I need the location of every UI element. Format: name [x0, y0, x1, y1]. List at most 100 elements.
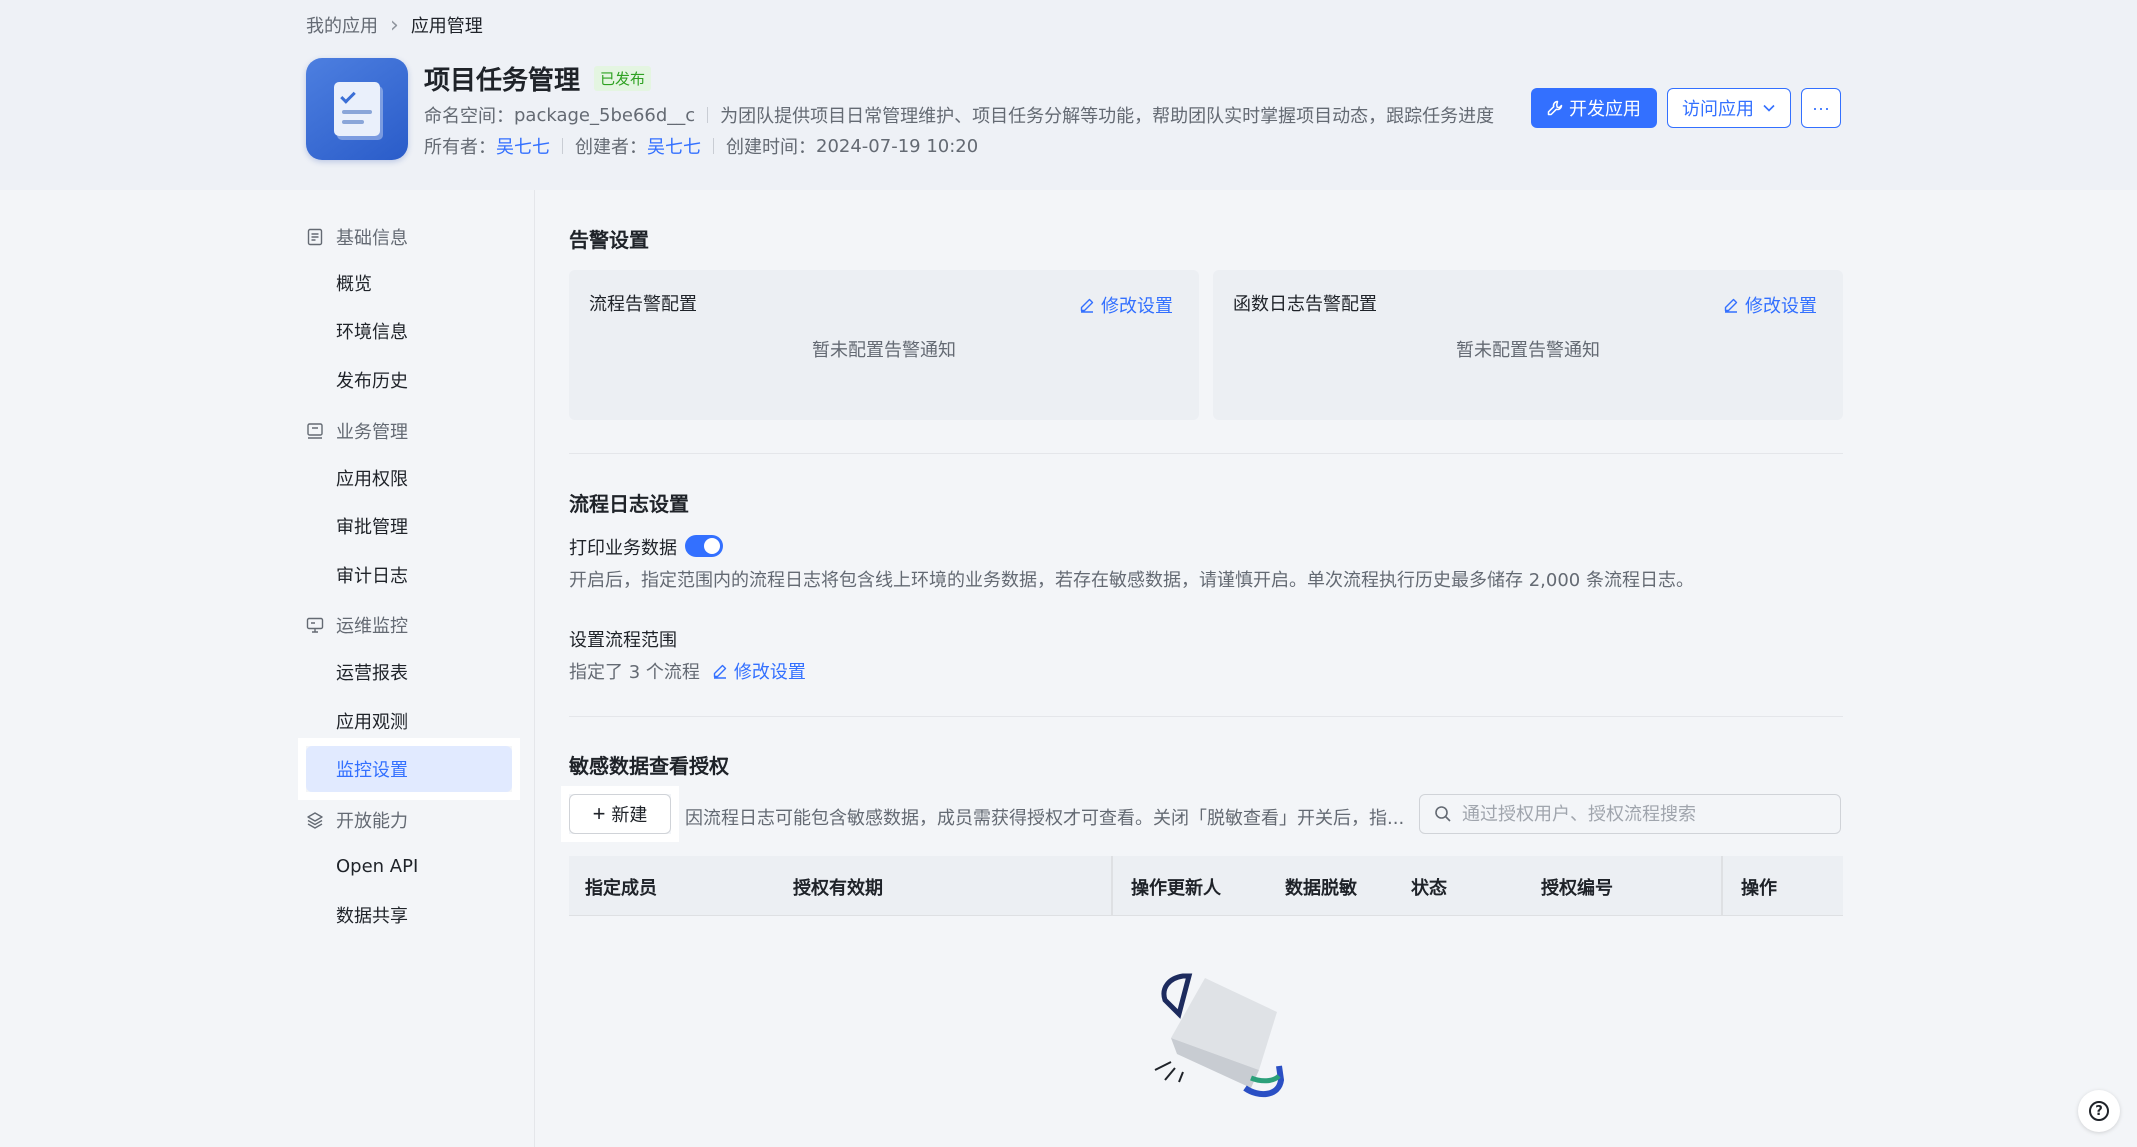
print-data-toggle[interactable]: [685, 535, 723, 557]
help-icon: ?: [2089, 1101, 2109, 1121]
flow-alert-empty: 暂未配置告警通知: [812, 340, 956, 361]
sidebar-item-label: 审批管理: [336, 517, 408, 538]
document-icon: [307, 228, 323, 246]
table-header: 指定成员 授权有效期 操作更新人 数据脱敏 状态 授权编号 操作: [569, 856, 1843, 916]
owner-label: 所有者：: [424, 137, 496, 158]
more-icon: ···: [1812, 97, 1830, 118]
search-input[interactable]: [1462, 803, 1822, 825]
divider: [569, 716, 1843, 717]
namespace-value: package_5be66d__c: [514, 104, 696, 126]
sidebar-item-audit-log[interactable]: 审计日志: [306, 552, 512, 598]
owner-link[interactable]: 吴七七: [496, 133, 550, 159]
sidebar-item-open-api[interactable]: Open API: [306, 843, 512, 889]
sidebar-group-label: 开放能力: [336, 811, 408, 832]
column-header: 授权有效期: [793, 878, 883, 899]
flow-alert-edit-link[interactable]: 修改设置: [1079, 292, 1173, 318]
chevron-down-icon: [1763, 104, 1775, 112]
visit-app-label: 访问应用: [1682, 99, 1754, 119]
briefcase-icon: [307, 423, 323, 439]
sensitive-section-title: 敏感数据查看授权: [569, 754, 729, 778]
flow-alert-edit-label: 修改设置: [1101, 296, 1173, 317]
app-header: 我的应用 › 应用管理 项目任务管理 已发布 命名空间： package_5be…: [0, 0, 2137, 190]
sidebar: 基础信息 概览 环境信息 发布历史 业务管理 应用权限 审批管理 审计日志 运维…: [290, 190, 534, 1147]
func-alert-empty: 暂未配置告警通知: [1456, 340, 1600, 361]
sidebar-item-overview[interactable]: 概览: [306, 260, 512, 306]
flow-alert-title: 流程告警配置: [589, 294, 697, 315]
scope-edit-label: 修改设置: [733, 662, 806, 683]
column-header: 授权编号: [1541, 878, 1613, 899]
scope-title: 设置流程范围: [569, 630, 677, 651]
sidebar-item-label: Open API: [336, 855, 419, 877]
new-button-label: 新建: [611, 805, 648, 825]
edit-icon: [713, 664, 727, 679]
column-header: 状态: [1411, 878, 1447, 899]
develop-app-button[interactable]: 开发应用: [1531, 88, 1657, 128]
creator-link[interactable]: 吴七七: [647, 133, 701, 159]
sidebar-group-business: 业务管理: [306, 418, 408, 444]
document-check-icon: [334, 82, 380, 136]
sidebar-item-ops-report[interactable]: 运营报表: [306, 649, 512, 695]
edit-icon: [1724, 298, 1738, 313]
empty-state-illustration: [1154, 973, 1285, 1098]
sidebar-group-label: 基础信息: [336, 228, 408, 249]
page: 我的应用 › 应用管理 项目任务管理 已发布 命名空间： package_5be…: [0, 0, 2137, 1147]
header-actions: 开发应用 访问应用 ···: [1531, 88, 1841, 128]
new-authorization-button[interactable]: + 新建: [569, 794, 671, 834]
sidebar-group-open: 开放能力: [306, 807, 408, 833]
scope-value: 指定了 3 个流程: [569, 662, 700, 683]
column-header: 数据脱敏: [1285, 878, 1357, 899]
func-alert-title: 函数日志告警配置: [1233, 294, 1377, 315]
column-header: 操作: [1741, 878, 1777, 899]
sidebar-item-monitor-settings[interactable]: 监控设置: [306, 746, 512, 792]
sidebar-group-ops: 运维监控: [306, 612, 408, 638]
sidebar-item-app-permissions[interactable]: 应用权限: [306, 455, 512, 501]
visit-app-button[interactable]: 访问应用: [1667, 88, 1791, 128]
alert-section-title: 告警设置: [569, 228, 649, 252]
func-alert-edit-link[interactable]: 修改设置: [1723, 292, 1817, 318]
created-time: 2024-07-19 10:20: [816, 135, 979, 157]
layers-icon: [307, 812, 323, 829]
app-meta-line1: 命名空间： package_5be66d__c 为团队提供项目日常管理维护、项目…: [424, 102, 1494, 128]
sidebar-item-label: 应用观测: [336, 712, 408, 733]
help-button[interactable]: ?: [2078, 1090, 2120, 1132]
sidebar-item-app-observe[interactable]: 应用观测: [306, 698, 512, 744]
breadcrumb-current: 应用管理: [410, 16, 483, 37]
app-meta-line2: 所有者： 吴七七 创建者： 吴七七 创建时间： 2024-07-19 10:20: [424, 133, 978, 159]
monitor-icon: [306, 617, 324, 633]
sidebar-item-release-history[interactable]: 发布历史: [306, 357, 512, 403]
breadcrumb-parent[interactable]: 我的应用: [306, 12, 378, 38]
flowlog-section-title: 流程日志设置: [569, 492, 689, 516]
column-header: 操作更新人: [1131, 878, 1221, 899]
app-title-row: 项目任务管理 已发布: [424, 60, 652, 97]
sidebar-item-data-share[interactable]: 数据共享: [306, 892, 512, 938]
scope-row: 指定了 3 个流程 修改设置: [569, 658, 806, 684]
flow-alert-card: 流程告警配置 修改设置 暂未配置告警通知: [569, 270, 1199, 420]
scope-edit-link[interactable]: 修改设置: [712, 658, 806, 684]
created-label: 创建时间：: [726, 137, 816, 158]
sidebar-item-approval[interactable]: 审批管理: [306, 503, 512, 549]
func-alert-edit-label: 修改设置: [1745, 296, 1817, 317]
app-icon: [306, 58, 408, 160]
sidebar-item-label: 应用权限: [336, 469, 408, 490]
sidebar-group-basic: 基础信息: [306, 224, 408, 250]
search-icon: [1435, 806, 1451, 822]
flowlog-description: 开启后，指定范围内的流程日志将包含线上环境的业务数据，若存在敏感数据，请谨慎开启…: [569, 570, 1694, 591]
namespace-label: 命名空间：: [424, 106, 514, 127]
sidebar-item-label: 运营报表: [336, 663, 408, 684]
app-name: 项目任务管理: [424, 66, 581, 96]
search-box: [1419, 794, 1841, 834]
print-data-label: 打印业务数据: [569, 538, 677, 559]
creator-label: 创建者：: [575, 137, 647, 158]
breadcrumb: 我的应用 › 应用管理: [306, 12, 483, 38]
main-content: 告警设置 流程告警配置 修改设置 暂未配置告警通知 函数日志告警配置 修改设置 …: [534, 190, 2137, 1147]
sidebar-item-env-info[interactable]: 环境信息: [306, 308, 512, 354]
sidebar-item-label: 数据共享: [336, 906, 408, 927]
sidebar-item-label: 监控设置: [336, 760, 408, 781]
develop-app-label: 开发应用: [1569, 99, 1641, 119]
sidebar-item-label: 发布历史: [336, 371, 408, 392]
column-divider: [1111, 856, 1113, 916]
more-button[interactable]: ···: [1801, 88, 1841, 128]
divider: [569, 453, 1843, 454]
sidebar-item-label: 概览: [336, 274, 372, 295]
edit-icon: [1080, 298, 1094, 313]
